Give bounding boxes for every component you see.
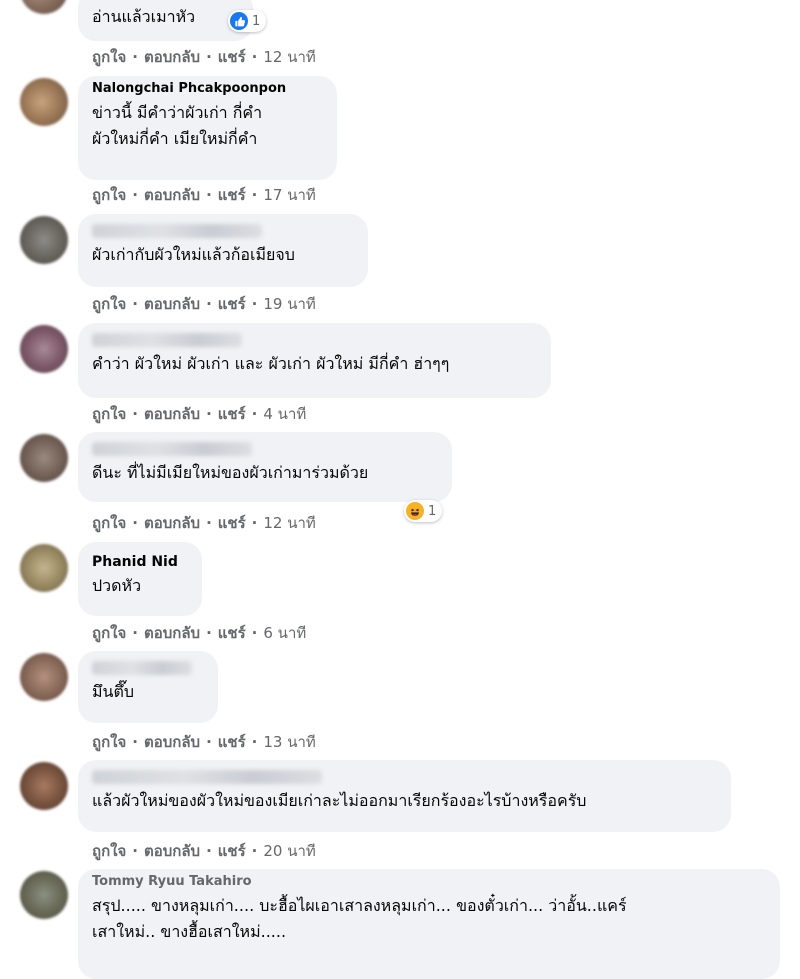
share-link[interactable]: แชร์ bbox=[218, 514, 246, 532]
comment-text: อ่านแล้วเมาหัว bbox=[92, 7, 196, 26]
comment-actions: ถูกใจ · ตอบกลับ · แชร์ · 12 นาที bbox=[92, 48, 316, 66]
comment-author[interactable]: Nalongchai Phcakpoonpon bbox=[92, 82, 323, 96]
reply-link[interactable]: ตอบกลับ bbox=[144, 405, 200, 423]
avatar[interactable] bbox=[20, 0, 68, 14]
share-link[interactable]: แชร์ bbox=[218, 186, 246, 204]
timestamp[interactable]: 13 นาที bbox=[263, 733, 315, 751]
reaction-badge[interactable]: 1 bbox=[404, 500, 443, 522]
timestamp[interactable]: 6 นาที bbox=[263, 624, 306, 642]
comment-author[interactable] bbox=[92, 333, 242, 347]
timestamp[interactable]: 4 นาที bbox=[263, 405, 306, 423]
comment-text-line: ผัวใหม่กี่คำ เมียใหม่กี่คำ bbox=[92, 129, 258, 148]
comment-author[interactable] bbox=[92, 661, 192, 675]
comment-actions: ถูกใจ · ตอบกลับ · แชร์ · 12 นาที bbox=[92, 514, 316, 532]
comment-actions: ถูกใจ · ตอบกลับ · แชร์ · 13 นาที bbox=[92, 733, 316, 751]
comment-text: คำว่า ผัวใหม่ ผัวเก่า และ ผัวเก่า ผัวใหม… bbox=[92, 354, 450, 373]
comment-bubble: Phanid Nid ปวดหัว bbox=[78, 542, 202, 616]
share-link[interactable]: แชร์ bbox=[218, 295, 246, 313]
comment-bubble: คำว่า ผัวใหม่ ผัวเก่า และ ผัวเก่า ผัวใหม… bbox=[78, 323, 551, 398]
reply-link[interactable]: ตอบกลับ bbox=[144, 48, 200, 66]
comment-text: ผัวเก่ากับผัวใหม่แล้วก้อเมียจบ bbox=[92, 245, 295, 264]
timestamp[interactable]: 12 นาที bbox=[263, 514, 315, 532]
avatar[interactable] bbox=[20, 216, 68, 264]
reply-link[interactable]: ตอบกลับ bbox=[144, 624, 200, 642]
comment-text: ปวดหัว bbox=[92, 576, 142, 595]
comment-text: แล้วผัวใหม่ของผัวใหม่ของเมียเก่าละไม่ออก… bbox=[92, 791, 587, 810]
reaction-badge[interactable]: 1 bbox=[228, 10, 267, 32]
like-link[interactable]: ถูกใจ bbox=[92, 624, 126, 642]
reply-link[interactable]: ตอบกลับ bbox=[144, 514, 200, 532]
timestamp[interactable]: 19 นาที bbox=[263, 295, 315, 313]
reply-link[interactable]: ตอบกลับ bbox=[144, 186, 200, 204]
like-icon bbox=[230, 12, 248, 30]
comment-bubble: แล้วผัวใหม่ของผัวใหม่ของเมียเก่าละไม่ออก… bbox=[78, 760, 731, 832]
avatar[interactable] bbox=[20, 78, 68, 126]
share-link[interactable]: แชร์ bbox=[218, 48, 246, 66]
share-link[interactable]: แชร์ bbox=[218, 842, 246, 860]
comment-text: มึนตึ๊บ bbox=[92, 682, 135, 701]
avatar[interactable] bbox=[20, 653, 68, 701]
avatar[interactable] bbox=[20, 871, 68, 919]
reply-link[interactable]: ตอบกลับ bbox=[144, 733, 200, 751]
comment-author[interactable]: Tommy Ryuu Takahiro bbox=[92, 875, 766, 889]
share-link[interactable]: แชร์ bbox=[218, 624, 246, 642]
comment-author[interactable] bbox=[92, 224, 262, 238]
comment-author[interactable] bbox=[92, 770, 322, 784]
comment-text-line: ข่าวนี้ มีคำว่าผัวเก่า กี่คำ bbox=[92, 103, 263, 122]
like-link[interactable]: ถูกใจ bbox=[92, 842, 126, 860]
comment-bubble: ดีนะ ที่ไม่มีเมียใหม่ของผัวเก่ามาร่วมด้ว… bbox=[78, 432, 452, 502]
comment-text-line: เสาใหม่.. ขางฮื้อเสาใหม่..... bbox=[92, 922, 287, 941]
comment-text-line: สรุป..... ขางหลุมเก่า.... บะฮื้อไผเอาเสา… bbox=[92, 896, 627, 915]
like-link[interactable]: ถูกใจ bbox=[92, 405, 126, 423]
comment-actions: ถูกใจ · ตอบกลับ · แชร์ · 4 นาที bbox=[92, 405, 307, 423]
comment-bubble: Nalongchai Phcakpoonpon ข่าวนี้ มีคำว่าผ… bbox=[78, 76, 337, 180]
comment-bubble: มึนตึ๊บ bbox=[78, 651, 218, 723]
comment-actions: ถูกใจ · ตอบกลับ · แชร์ · 6 นาที bbox=[92, 624, 307, 642]
like-link[interactable]: ถูกใจ bbox=[92, 186, 126, 204]
comment-bubble: ผัวเก่ากับผัวใหม่แล้วก้อเมียจบ bbox=[78, 214, 368, 287]
like-link[interactable]: ถูกใจ bbox=[92, 48, 126, 66]
reply-link[interactable]: ตอบกลับ bbox=[144, 295, 200, 313]
comment-author[interactable] bbox=[92, 442, 252, 456]
timestamp[interactable]: 12 นาที bbox=[263, 48, 315, 66]
reply-link[interactable]: ตอบกลับ bbox=[144, 842, 200, 860]
comment-author[interactable]: Phanid Nid bbox=[92, 553, 188, 571]
haha-icon bbox=[406, 502, 424, 520]
avatar[interactable] bbox=[20, 762, 68, 810]
comment-bubble: อ่านแล้วเมาหัว bbox=[78, 0, 253, 41]
comment-actions: ถูกใจ · ตอบกลับ · แชร์ · 19 นาที bbox=[92, 295, 316, 313]
like-link[interactable]: ถูกใจ bbox=[92, 733, 126, 751]
avatar[interactable] bbox=[20, 325, 68, 373]
comment-actions: ถูกใจ · ตอบกลับ · แชร์ · 17 นาที bbox=[92, 186, 316, 204]
share-link[interactable]: แชร์ bbox=[218, 405, 246, 423]
comment-actions: ถูกใจ · ตอบกลับ · แชร์ · 20 นาที bbox=[92, 842, 316, 860]
avatar[interactable] bbox=[20, 544, 68, 592]
comment-text: ดีนะ ที่ไม่มีเมียใหม่ของผัวเก่ามาร่วมด้ว… bbox=[92, 463, 369, 482]
like-link[interactable]: ถูกใจ bbox=[92, 514, 126, 532]
reaction-count: 1 bbox=[428, 503, 437, 519]
reaction-count: 1 bbox=[252, 13, 261, 29]
like-link[interactable]: ถูกใจ bbox=[92, 295, 126, 313]
timestamp[interactable]: 17 นาที bbox=[263, 186, 315, 204]
timestamp[interactable]: 20 นาที bbox=[263, 842, 315, 860]
share-link[interactable]: แชร์ bbox=[218, 733, 246, 751]
avatar[interactable] bbox=[20, 434, 68, 482]
comment-bubble: Tommy Ryuu Takahiro สรุป..... ขางหลุมเก่… bbox=[78, 869, 780, 979]
